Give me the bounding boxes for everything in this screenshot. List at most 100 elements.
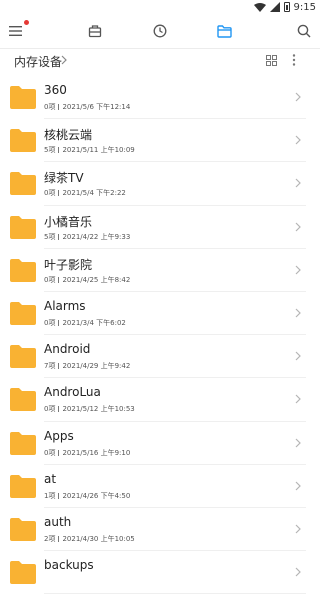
meta-separator — [58, 319, 60, 326]
path-bar: 内存设备 — [0, 48, 320, 73]
item-date: 2021/4/29 上午9:42 — [62, 362, 131, 371]
chevron-right-icon — [295, 222, 301, 231]
item-count: 1项 — [44, 491, 56, 500]
item-date: 2021/5/16 上午9:10 — [62, 448, 131, 457]
list-item[interactable]: Android 7项 2021/4/29 上午9:42 — [0, 335, 320, 379]
meta-separator — [58, 449, 60, 456]
folder-icon — [10, 388, 36, 412]
box-icon — [88, 25, 102, 38]
item-count: 7项 — [44, 362, 56, 371]
folder-icon — [10, 301, 36, 325]
item-count: 5项 — [44, 232, 56, 241]
meta-separator — [58, 190, 60, 197]
status-time: 9:15 — [293, 1, 316, 13]
meta-separator — [58, 363, 60, 370]
chevron-right-icon — [295, 351, 301, 361]
grid-view-icon[interactable] — [266, 55, 277, 66]
item-meta: 0项 2021/5/4 下午2:22 — [44, 188, 126, 198]
notification-dot — [24, 20, 29, 25]
folder-icon — [216, 24, 232, 38]
chevron-right-icon — [295, 178, 301, 188]
status-bar: 9:15 — [0, 0, 320, 14]
item-date: 2021/3/4 下午6:02 — [62, 318, 126, 327]
battery-icon — [283, 2, 290, 12]
search-icon — [297, 24, 311, 38]
item-count: 0项 — [44, 275, 56, 284]
item-meta: 0项 2021/5/12 上午10:53 — [44, 404, 135, 414]
folder-icon — [10, 172, 36, 196]
clock-icon — [153, 24, 167, 38]
item-count: 0项 — [44, 318, 56, 327]
item-count: 0项 — [44, 448, 56, 457]
folder-icon — [10, 474, 36, 498]
folder-icon — [10, 517, 36, 541]
list-item[interactable]: Alarms 0项 2021/3/4 下午6:02 — [0, 292, 320, 336]
folder-icon — [10, 431, 36, 455]
folder-icon — [10, 345, 36, 369]
item-meta: 5项 2021/5/11 上午10:09 — [44, 145, 135, 155]
item-meta: 0项 2021/5/6 下午12:14 — [44, 102, 130, 112]
menu-icon — [9, 26, 22, 36]
chevron-right-icon — [295, 308, 301, 318]
folder-icon — [10, 129, 36, 153]
list-item[interactable]: 小橘音乐 5项 2021/4/22 上午9:33 — [0, 206, 320, 249]
list-item[interactable]: AndroLua 0项 2021/5/12 上午10:53 — [0, 378, 320, 422]
list-item[interactable]: 叶子影院 0项 2021/4/25 上午8:42 — [0, 249, 320, 292]
item-meta: 0项 2021/5/16 上午9:10 — [44, 448, 130, 458]
item-date: 2021/5/4 下午2:22 — [62, 189, 126, 198]
menu-button[interactable] — [6, 20, 29, 41]
item-date: 2021/4/22 上午9:33 — [62, 232, 131, 241]
item-name: backups — [44, 558, 94, 573]
meta-separator — [58, 535, 60, 542]
item-name: 360 — [44, 83, 67, 97]
item-name: Android — [44, 342, 91, 357]
item-name: 叶子影院 — [44, 257, 93, 272]
chevron-right-icon — [295, 438, 301, 447]
item-name: at — [44, 471, 57, 486]
toolbox-tab[interactable] — [85, 21, 105, 41]
files-tab[interactable] — [214, 21, 234, 41]
meta-separator — [58, 276, 60, 283]
item-name: 绿茶TV — [44, 171, 84, 186]
meta-separator — [58, 233, 60, 240]
item-meta: 0项 2021/3/4 下午6:02 — [44, 318, 126, 328]
list-item[interactable]: auth 2项 2021/4/30 上午10:05 — [0, 508, 320, 552]
item-meta: 1项 2021/4/26 下午4:50 — [44, 491, 130, 501]
list-item[interactable]: Apps 0项 2021/5/16 上午9:10 — [0, 422, 320, 465]
chevron-right-icon — [295, 524, 301, 534]
chevron-right-icon — [295, 92, 301, 102]
search-button[interactable] — [294, 21, 314, 41]
more-vert-icon[interactable] — [292, 54, 296, 66]
recent-tab[interactable] — [150, 21, 170, 41]
status-icons: 9:15 — [253, 0, 316, 14]
file-list: 360 0项 2021/5/6 下午12:14 核桃云端 5项 2021/5/11 上午1… — [0, 76, 320, 594]
folder-icon — [10, 258, 36, 282]
item-meta: 0项 2021/4/25 上午8:42 — [44, 275, 130, 285]
wifi-icon — [253, 2, 266, 12]
item-date: 2021/4/26 下午4:50 — [62, 491, 131, 500]
item-date: 2021/4/25 上午8:42 — [62, 275, 131, 284]
cellular-icon — [269, 2, 280, 12]
meta-separator — [58, 104, 60, 110]
item-meta: 7项 2021/4/29 上午9:42 — [44, 361, 130, 371]
list-item[interactable]: backups — [0, 551, 320, 594]
item-date: 2021/5/6 下午12:14 — [62, 103, 131, 111]
breadcrumb[interactable]: 内存设备 — [14, 53, 62, 70]
chevron-right-icon — [295, 135, 301, 145]
list-item[interactable]: 核桃云端 5项 2021/5/11 上午10:09 — [0, 119, 320, 163]
list-item[interactable]: 绿茶TV 0项 2021/5/4 下午2:22 — [0, 162, 320, 206]
list-item[interactable]: 360 0项 2021/5/6 下午12:14 — [0, 76, 320, 120]
item-meta: 5项 2021/4/22 上午9:33 — [44, 232, 130, 242]
chevron-right-icon — [61, 55, 67, 65]
meta-separator — [58, 406, 60, 413]
item-date: 2021/5/11 上午10:09 — [62, 146, 135, 155]
list-item[interactable]: at 1项 2021/4/26 下午4:50 — [0, 465, 320, 508]
chevron-right-icon — [295, 481, 301, 491]
chevron-right-icon — [295, 265, 301, 275]
meta-separator — [58, 147, 60, 154]
item-count: 5项 — [44, 146, 56, 155]
folder-icon — [10, 215, 36, 239]
item-count: 0项 — [44, 103, 56, 111]
chevron-right-icon — [295, 567, 301, 577]
item-name: AndroLua — [44, 385, 101, 400]
